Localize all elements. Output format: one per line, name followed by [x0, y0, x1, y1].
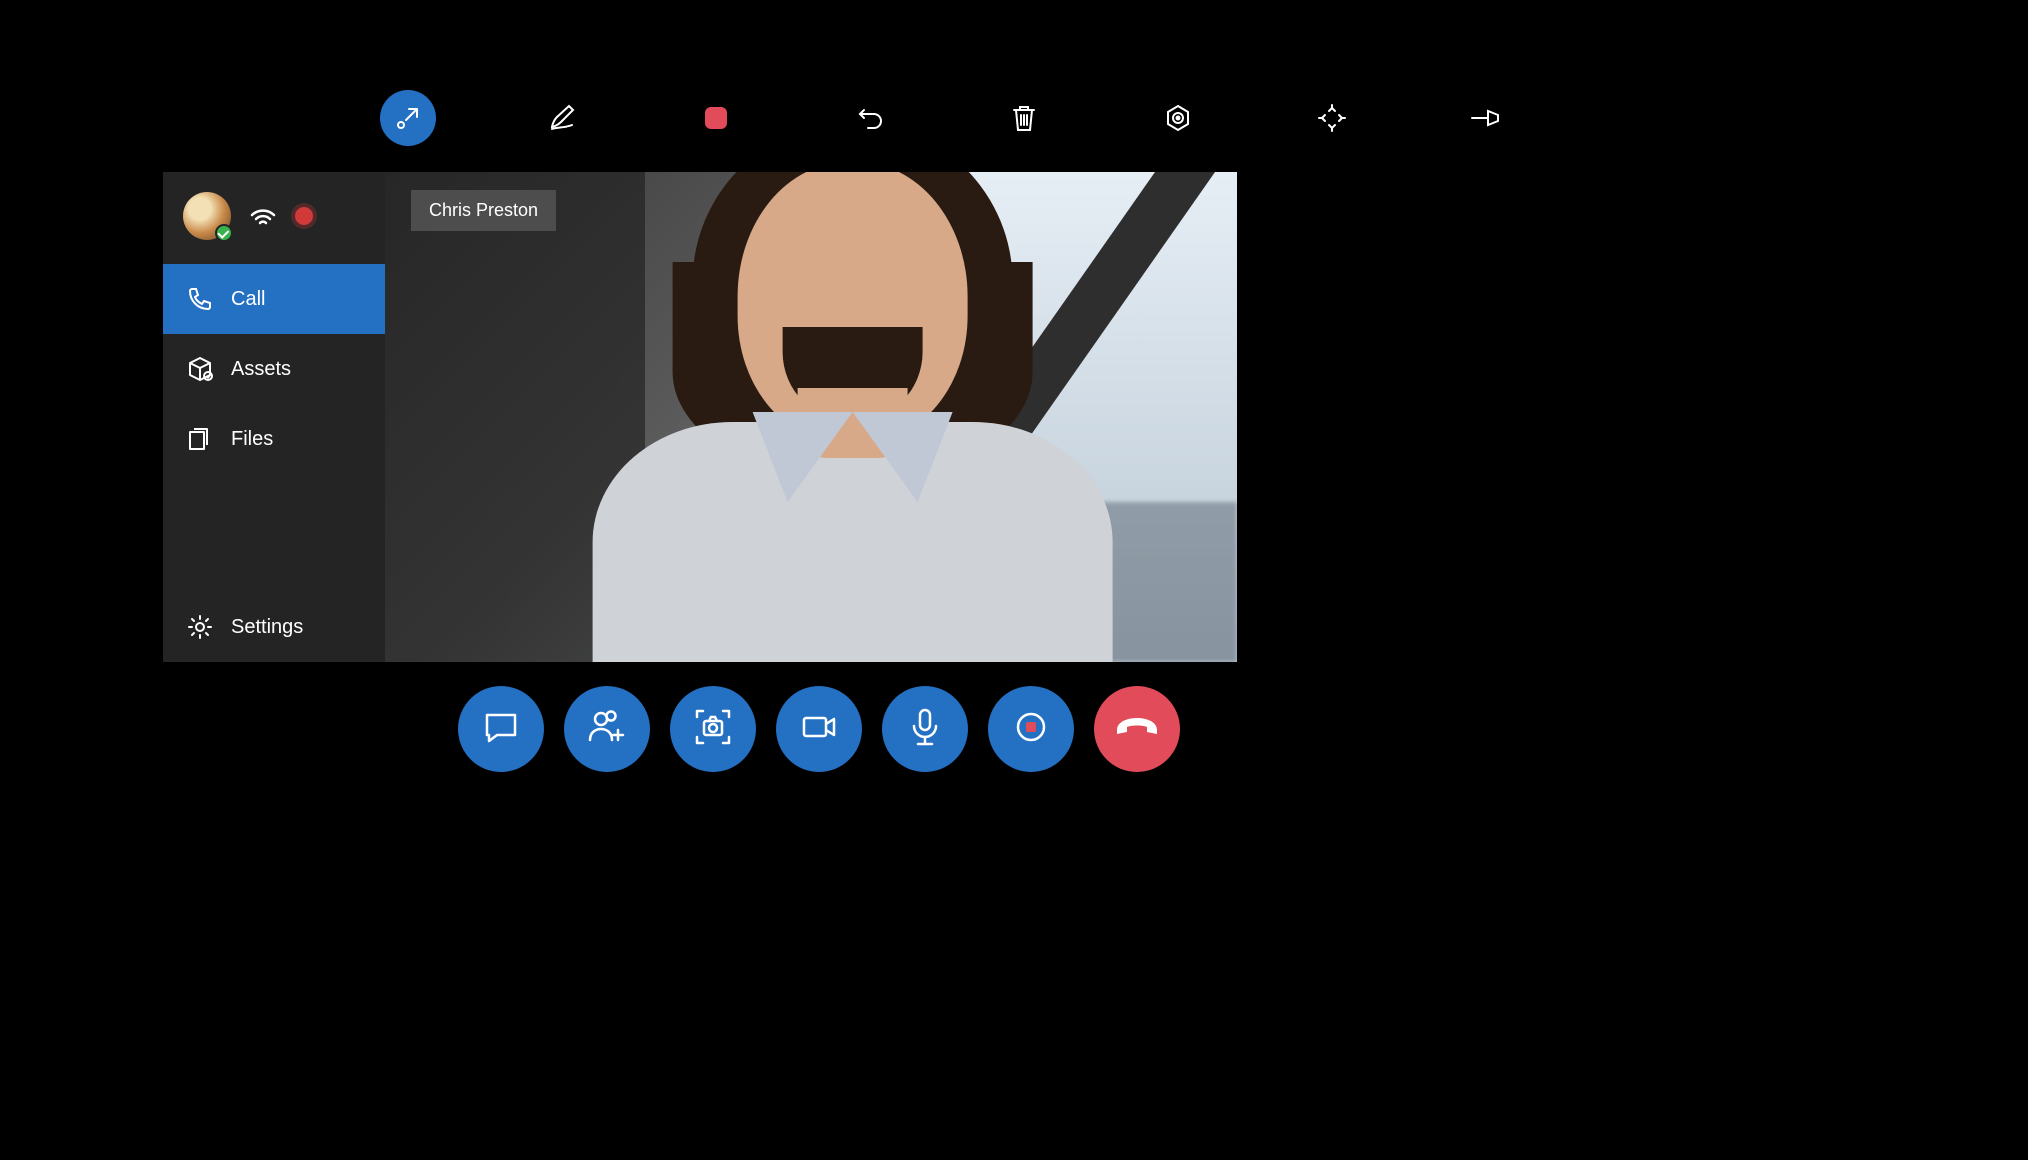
collapse-button[interactable]	[380, 90, 436, 146]
top-toolbar	[380, 90, 1514, 146]
collapse-arrow-icon	[391, 101, 425, 135]
chat-button[interactable]	[458, 686, 544, 772]
participant-name: Chris Preston	[429, 200, 538, 220]
gear-icon	[187, 614, 213, 640]
add-person-icon	[586, 706, 628, 753]
square-record-icon	[703, 105, 729, 131]
trash-button[interactable]	[996, 90, 1052, 146]
target-icon	[1163, 103, 1193, 133]
hangup-icon	[1113, 712, 1161, 747]
camera-capture-button[interactable]	[670, 686, 756, 772]
expand-button[interactable]	[1304, 90, 1360, 146]
sidebar-item-files[interactable]: Files	[163, 404, 385, 474]
target-button[interactable]	[1150, 90, 1206, 146]
sidebar-item-label: Assets	[231, 358, 291, 381]
chat-icon	[481, 707, 521, 752]
mic-button[interactable]	[882, 686, 968, 772]
signal-icon	[249, 205, 277, 227]
video-icon	[798, 706, 840, 753]
undo-icon	[856, 104, 884, 132]
sidebar-item-label: Call	[231, 288, 265, 311]
end-call-button[interactable]	[1094, 686, 1180, 772]
mic-icon	[905, 705, 945, 754]
undo-button[interactable]	[842, 90, 898, 146]
record-icon	[1011, 707, 1051, 752]
square-record-button[interactable]	[688, 90, 744, 146]
video-button[interactable]	[776, 686, 862, 772]
video-feed: Chris Preston	[385, 172, 1237, 662]
profile-row	[163, 172, 385, 264]
participant-name-badge: Chris Preston	[411, 190, 556, 231]
record-button[interactable]	[988, 686, 1074, 772]
pen-button[interactable]	[534, 90, 590, 146]
sidebar: Call Assets Files	[163, 172, 385, 662]
camera-capture-icon	[691, 705, 735, 754]
package-icon	[187, 356, 213, 382]
avatar[interactable]	[183, 192, 231, 240]
call-controls	[458, 686, 1180, 772]
app-panel: Call Assets Files	[163, 172, 1237, 662]
pin-icon	[1470, 107, 1502, 129]
sidebar-item-assets[interactable]: Assets	[163, 334, 385, 404]
recording-indicator	[295, 207, 313, 225]
sidebar-item-label: Settings	[231, 616, 303, 639]
trash-icon	[1010, 103, 1038, 133]
files-icon	[187, 426, 213, 452]
sidebar-item-call[interactable]: Call	[163, 264, 385, 334]
sidebar-item-settings[interactable]: Settings	[163, 592, 385, 662]
pen-icon	[547, 103, 577, 133]
presence-badge	[215, 224, 233, 242]
phone-icon	[187, 286, 213, 312]
pin-button[interactable]	[1458, 90, 1514, 146]
sidebar-item-label: Files	[231, 428, 273, 451]
expand-icon	[1318, 104, 1346, 132]
add-person-button[interactable]	[564, 686, 650, 772]
